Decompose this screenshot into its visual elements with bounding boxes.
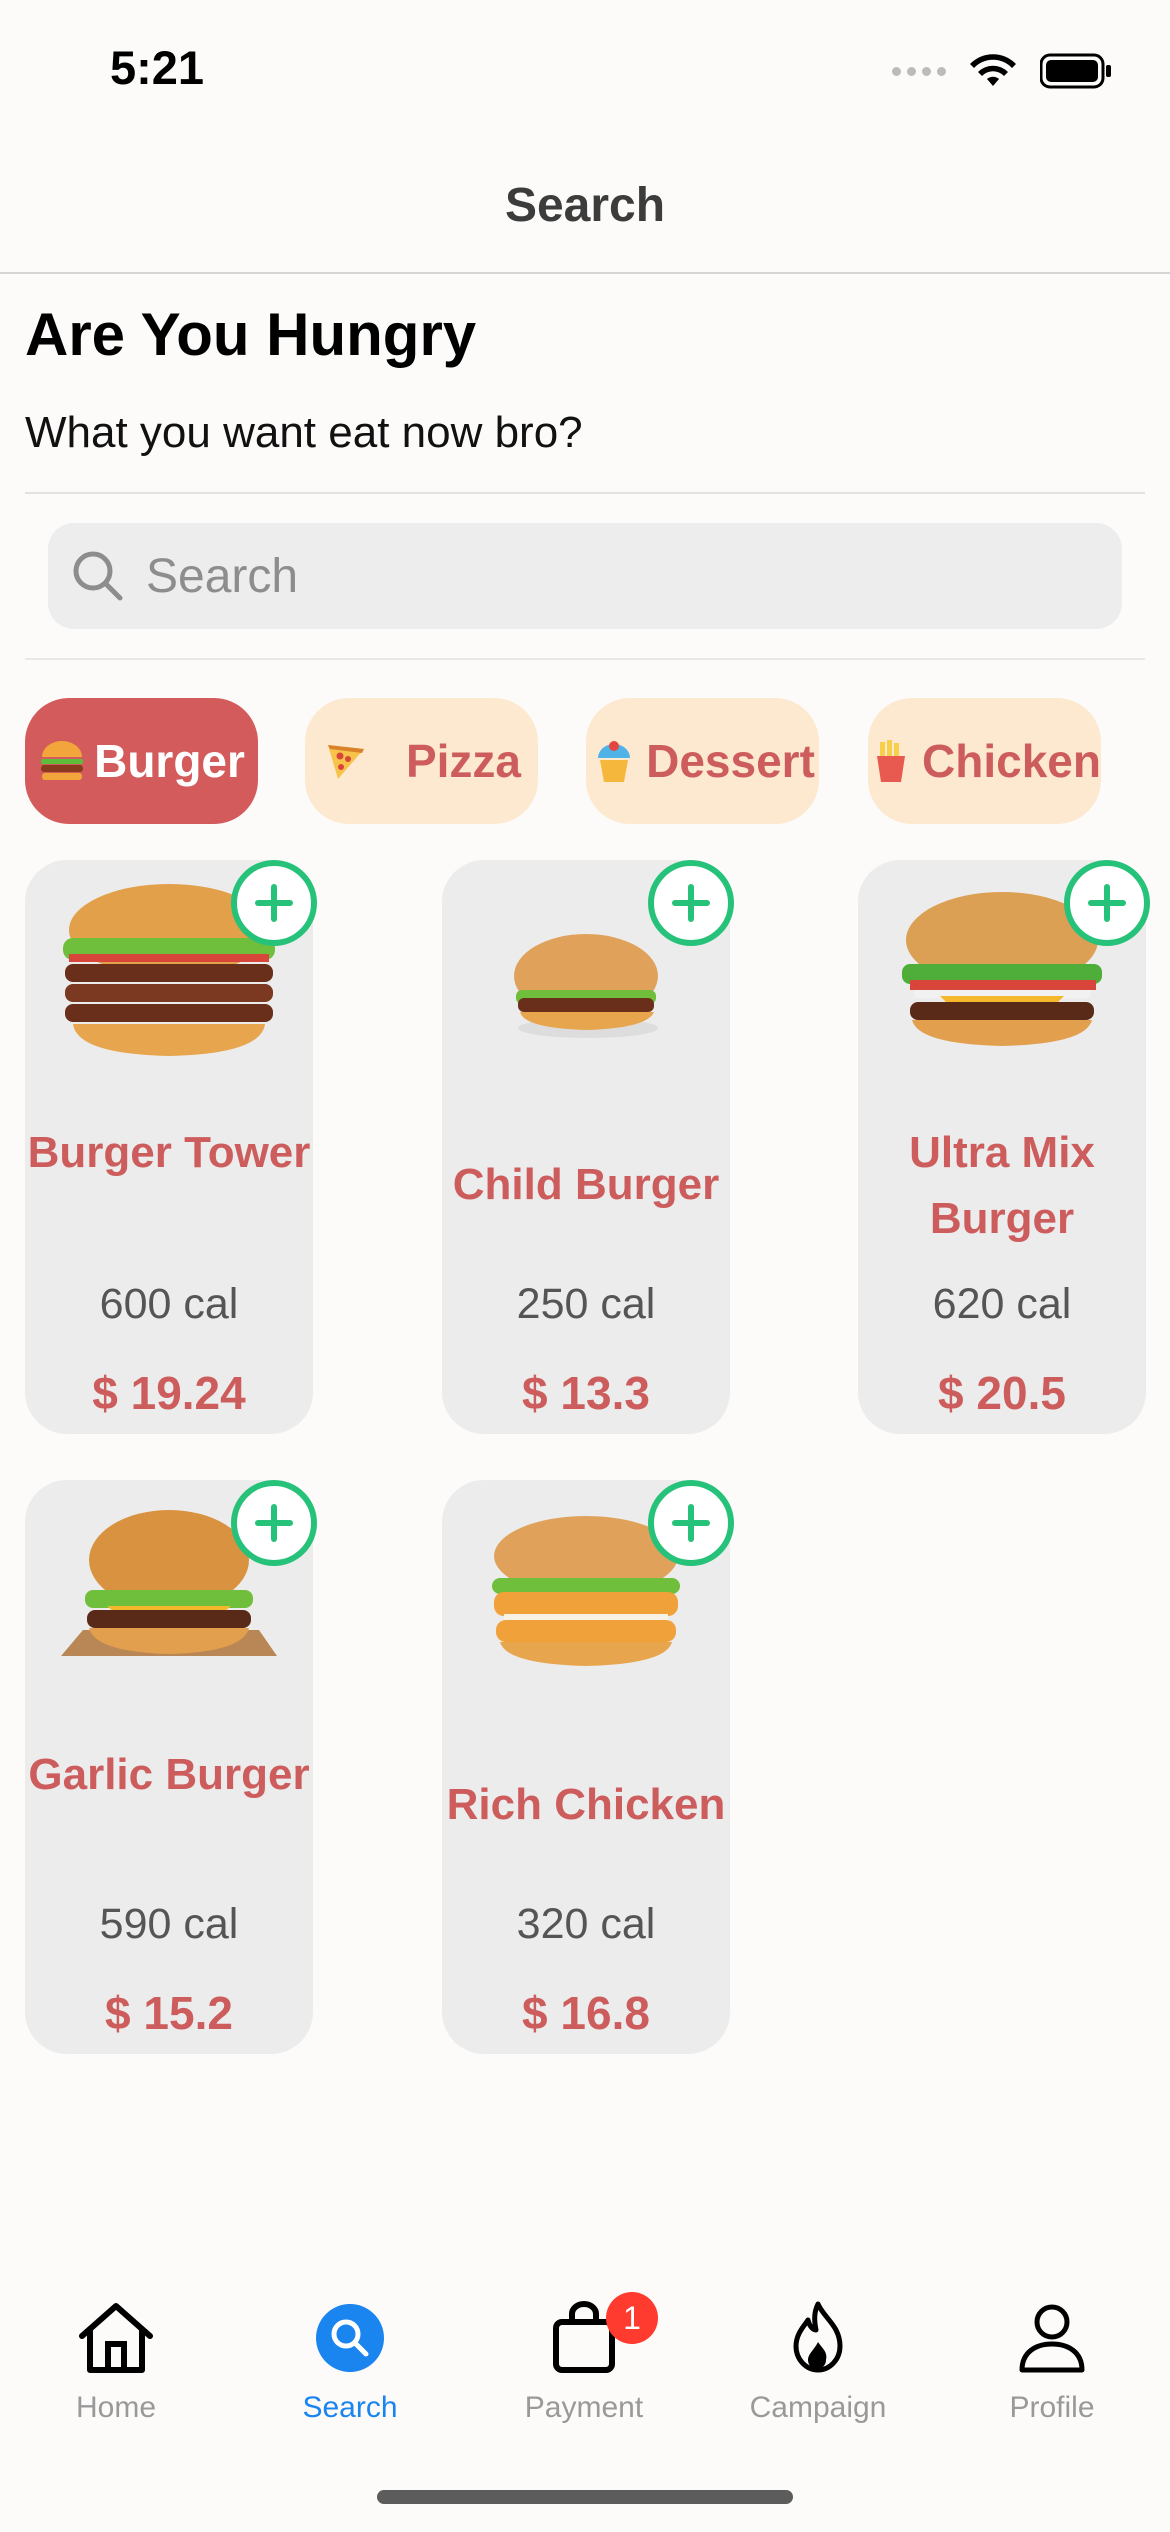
hungry-subtitle: What you want eat now bro? [25, 408, 583, 457]
home-icon [79, 2303, 153, 2373]
cupcake-icon [590, 737, 638, 785]
product-name: Rich Chicken [446, 1780, 726, 1829]
product-name: Garlic Burger [28, 1750, 310, 1799]
product-price: $ 20.5 [938, 1367, 1066, 1419]
tab-label: Payment [524, 2391, 644, 2424]
product-card[interactable]: Ultra Mix Burger 620 cal $ 20.5 [858, 860, 1150, 1434]
product-price: $ 15.2 [105, 1987, 233, 2039]
category-label: Burger [94, 735, 245, 787]
product-price: $ 13.3 [522, 1367, 650, 1419]
product-calories: 600 cal [99, 1280, 239, 1328]
category-chip-pizza[interactable]: Pizza [305, 698, 538, 824]
hungry-heading: Are You Hungry [25, 301, 477, 368]
product-price: $ 16.8 [522, 1987, 650, 2039]
product-name: Ultra Mix Burger [909, 1128, 1095, 1243]
tab-label: Campaign [749, 2391, 887, 2424]
home-indicator [377, 2490, 793, 2504]
divider [25, 658, 1145, 660]
add-to-cart-button[interactable] [648, 1480, 734, 1566]
product-card[interactable]: Rich Chicken 320 cal $ 16.8 [442, 1480, 734, 2054]
category-chip-burger[interactable]: Burger [25, 698, 258, 824]
category-chip-dessert[interactable]: Dessert [586, 698, 819, 824]
product-card[interactable]: Child Burger 250 cal $ 13.3 [442, 860, 734, 1434]
add-to-cart-button[interactable] [231, 1480, 317, 1566]
nav-divider [0, 272, 1170, 274]
burger-icon [38, 737, 86, 785]
divider [25, 492, 1145, 494]
plus-icon [1088, 884, 1126, 922]
search-icon [73, 551, 123, 601]
product-card[interactable]: Garlic Burger 590 cal $ 15.2 [25, 1480, 317, 2054]
cart-badge: 1 [606, 2292, 658, 2344]
category-chip-chicken[interactable]: Chicken [868, 698, 1101, 824]
pizza-icon [322, 737, 370, 785]
add-to-cart-button[interactable] [231, 860, 317, 946]
search-bar[interactable] [48, 523, 1122, 629]
status-time: 5:21 [110, 41, 205, 94]
product-name: Child Burger [452, 1160, 720, 1209]
product-calories: 320 cal [516, 1900, 656, 1948]
category-label: Dessert [646, 735, 815, 787]
page-title: Search [504, 179, 666, 232]
tab-payment[interactable]: Payment 1 [494, 2292, 674, 2425]
tab-profile[interactable]: Profile [962, 2300, 1142, 2425]
category-label: Chicken [922, 735, 1101, 787]
product-card[interactable]: Burger Tower 600 cal $ 19.24 [25, 860, 317, 1434]
product-calories: 620 cal [932, 1280, 1072, 1328]
tab-search[interactable]: Search [260, 2300, 440, 2425]
tab-label: Profile [1009, 2391, 1095, 2424]
status-indicators [892, 52, 1112, 90]
flame-icon [793, 2301, 843, 2373]
plus-icon [672, 1504, 710, 1542]
signal-icon [892, 66, 946, 76]
tab-home[interactable]: Home [26, 2300, 206, 2425]
fries-icon [868, 737, 914, 785]
search-input[interactable] [144, 547, 1048, 605]
person-icon [1019, 2304, 1085, 2373]
plus-icon [255, 884, 293, 922]
product-calories: 250 cal [516, 1280, 656, 1328]
product-name: Burger Tower [27, 1128, 311, 1177]
tab-label: Home [75, 2391, 157, 2424]
search-icon [316, 2304, 384, 2372]
tab-label: Search [302, 2391, 398, 2424]
category-label: Pizza [405, 735, 522, 787]
product-calories: 590 cal [99, 1900, 239, 1948]
plus-icon [672, 884, 710, 922]
add-to-cart-button[interactable] [1064, 860, 1150, 946]
add-to-cart-button[interactable] [648, 860, 734, 946]
wifi-icon [970, 54, 1016, 86]
product-price: $ 19.24 [92, 1367, 246, 1419]
tab-campaign[interactable]: Campaign [728, 2300, 908, 2425]
plus-icon [255, 1504, 293, 1542]
battery-icon [1040, 53, 1111, 89]
